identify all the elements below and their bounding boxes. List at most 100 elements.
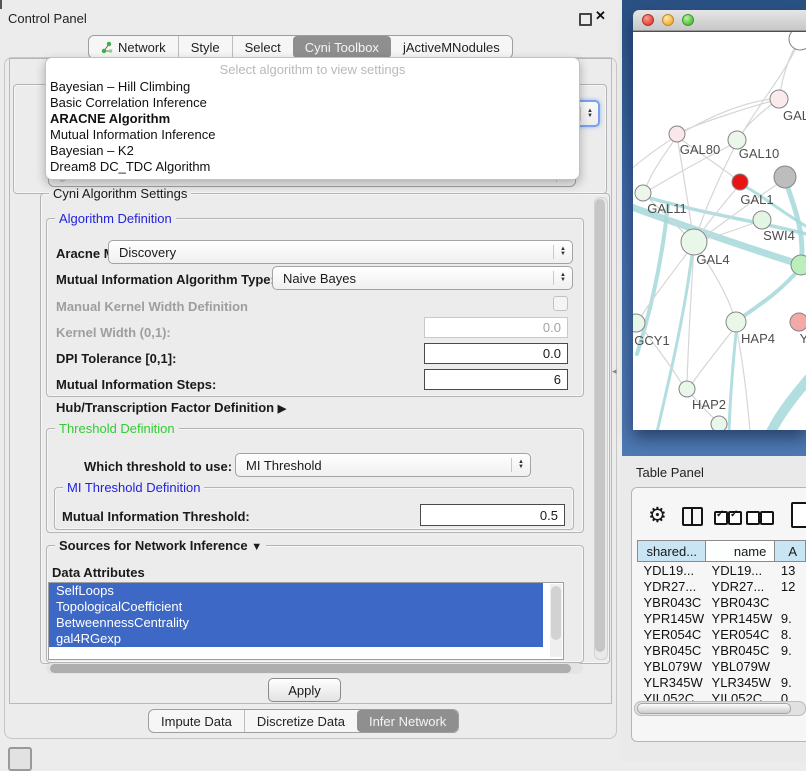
hub-definition-toggle[interactable]: Hub/Transcription Factor Definition ▶ bbox=[56, 400, 286, 415]
graph-node[interactable] bbox=[669, 126, 685, 142]
table-row[interactable]: YDL19...YDL19...13 bbox=[638, 562, 806, 579]
dpi-tolerance-label: DPI Tolerance [0,1]: bbox=[56, 351, 176, 366]
list-vertical-scrollbar-thumb[interactable] bbox=[551, 586, 561, 640]
graph-node[interactable] bbox=[753, 211, 771, 229]
column-header-partial[interactable]: A bbox=[775, 541, 806, 562]
graph-node[interactable] bbox=[711, 416, 727, 430]
deselect-all-checkbox-icon[interactable] bbox=[746, 511, 760, 525]
tab-label: Discretize Data bbox=[257, 714, 345, 729]
combo-stepper-icon: ▲▼ bbox=[553, 271, 566, 285]
algorithm-option[interactable]: ARACNE Algorithm bbox=[46, 111, 579, 127]
table-row[interactable]: YPR145WYPR145W9. bbox=[638, 610, 806, 626]
tab-jactivemnodules[interactable]: jActiveMNodules bbox=[391, 36, 512, 58]
select-all-checkbox-icon[interactable]: ✓ bbox=[714, 511, 728, 525]
table-horizontal-scrollbar-thumb[interactable] bbox=[637, 703, 791, 714]
algorithm-option[interactable]: Basic Correlation Inference bbox=[46, 95, 579, 111]
attribute-listbox[interactable]: SelfLoopsTopologicalCoefficientBetweenne… bbox=[48, 582, 564, 660]
graph-node[interactable] bbox=[789, 32, 806, 50]
attribute-option[interactable]: BetweennessCentrality bbox=[49, 615, 543, 631]
network-view-window[interactable]: GALGAL80GAL10GAL11GAL1SWI4GAL4GCY1HAP4YH… bbox=[633, 10, 806, 430]
minimize-traffic-light-icon[interactable] bbox=[662, 14, 674, 26]
network-canvas[interactable]: GALGAL80GAL10GAL11GAL1SWI4GAL4GCY1HAP4YH… bbox=[633, 32, 806, 430]
graph-node[interactable] bbox=[732, 174, 748, 190]
columns-icon[interactable] bbox=[682, 507, 703, 526]
node-label: SWI4 bbox=[763, 228, 795, 243]
network-icon bbox=[101, 41, 113, 54]
mi-threshold-field[interactable]: 0.5 bbox=[420, 504, 565, 526]
select-all-checkbox-icon[interactable]: ✓ bbox=[728, 511, 742, 525]
float-window-icon[interactable] bbox=[579, 13, 592, 26]
manual-kernel-checkbox[interactable] bbox=[553, 296, 568, 311]
table-row[interactable]: YLR345WYLR345W9. bbox=[638, 674, 806, 690]
mi-steps-label: Mutual Information Steps: bbox=[56, 377, 216, 392]
table-row[interactable]: YER054CYER054C8. bbox=[638, 626, 806, 642]
tab-select[interactable]: Select bbox=[232, 36, 293, 58]
graph-node[interactable] bbox=[770, 90, 788, 108]
network-nodes[interactable]: GALGAL80GAL10GAL11GAL1SWI4GAL4GCY1HAP4YH… bbox=[633, 32, 806, 430]
kernel-width-label: Kernel Width (0,1): bbox=[56, 325, 171, 340]
zoom-traffic-light-icon[interactable] bbox=[682, 14, 694, 26]
data-attributes-label: Data Attributes bbox=[52, 565, 145, 580]
apply-button[interactable]: Apply bbox=[268, 678, 341, 702]
graph-node[interactable] bbox=[791, 255, 806, 275]
dpi-tolerance-field[interactable]: 0.0 bbox=[424, 343, 568, 364]
tab-label: Select bbox=[245, 40, 281, 55]
table-row[interactable]: YBR043CYBR043C bbox=[638, 594, 806, 610]
node-table[interactable]: shared... name A YDL19...YDL19...13YDR27… bbox=[637, 540, 806, 706]
tab-label: Infer Network bbox=[369, 714, 446, 729]
tab-network[interactable]: Network bbox=[89, 36, 178, 58]
close-icon[interactable]: ✕ bbox=[595, 8, 606, 24]
network-window-titlebar[interactable] bbox=[633, 10, 806, 31]
kernel-width-field[interactable]: 0.0 bbox=[424, 317, 568, 338]
settings-vertical-scrollbar-thumb[interactable] bbox=[595, 199, 605, 652]
mi-type-combobox[interactable]: Naive Bayes ▲▼ bbox=[272, 266, 573, 290]
node-label: GAL4 bbox=[696, 252, 729, 267]
table-row[interactable]: YBL079WYBL079W bbox=[638, 658, 806, 674]
algorithm-option[interactable]: Bayesian – K2 bbox=[46, 143, 579, 159]
algorithm-option[interactable]: Mutual Information Inference bbox=[46, 127, 579, 143]
aracne-mode-combobox[interactable]: Discovery ▲▼ bbox=[108, 240, 573, 264]
table-row[interactable]: YDR27...YDR27...12 bbox=[638, 578, 806, 594]
dropdown-placeholder: Select algorithm to view settings bbox=[46, 61, 579, 79]
mi-type-value: Naive Bayes bbox=[283, 271, 356, 286]
tab-label: Impute Data bbox=[161, 714, 232, 729]
graph-node[interactable] bbox=[726, 312, 746, 332]
graph-node[interactable] bbox=[679, 381, 695, 397]
graph-node[interactable] bbox=[635, 185, 651, 201]
graph-node[interactable] bbox=[774, 166, 796, 188]
attribute-option[interactable]: SelfLoops bbox=[49, 583, 543, 599]
attribute-option[interactable]: TopologicalCoefficient bbox=[49, 599, 543, 615]
splitter-collapse-icon[interactable]: ◂ bbox=[612, 366, 617, 377]
manual-kernel-label: Manual Kernel Width Definition bbox=[56, 299, 248, 314]
which-threshold-combobox[interactable]: MI Threshold ▲▼ bbox=[235, 453, 531, 477]
tab-style[interactable]: Style bbox=[178, 36, 232, 58]
deselect-all-checkbox-icon[interactable] bbox=[760, 511, 774, 525]
combo-stepper-icon: ▲▼ bbox=[553, 245, 566, 259]
export-table-icon[interactable] bbox=[791, 502, 806, 528]
aracne-mode-value: Discovery bbox=[119, 245, 176, 260]
mi-steps-field[interactable]: 6 bbox=[424, 369, 568, 390]
tab-infer-network[interactable]: Infer Network bbox=[357, 710, 458, 732]
which-threshold-label: Which threshold to use: bbox=[84, 459, 232, 474]
attribute-option[interactable]: gal4RGexp bbox=[49, 631, 543, 647]
settings-horizontal-scrollbar-thumb[interactable] bbox=[50, 664, 571, 673]
cyni-bottom-tabs: Impute Data Discretize Data Infer Networ… bbox=[148, 709, 459, 733]
algorithm-list: Bayesian – Hill ClimbingBasic Correlatio… bbox=[46, 79, 579, 175]
table-row[interactable]: YBR045CYBR045C9. bbox=[638, 642, 806, 658]
tab-impute-data[interactable]: Impute Data bbox=[149, 710, 244, 732]
graph-node[interactable] bbox=[790, 313, 806, 331]
column-header-shared-name[interactable]: shared... bbox=[638, 541, 706, 562]
tools-corner-icon[interactable] bbox=[8, 747, 32, 771]
tab-discretize-data[interactable]: Discretize Data bbox=[244, 710, 357, 732]
algorithm-option[interactable]: Bayesian – Hill Climbing bbox=[46, 79, 579, 95]
attribute-list: SelfLoopsTopologicalCoefficientBetweenne… bbox=[49, 583, 563, 647]
close-traffic-light-icon[interactable] bbox=[642, 14, 654, 26]
algorithm-option[interactable]: Dream8 DC_TDC Algorithm bbox=[46, 159, 579, 175]
node-label: GAL bbox=[783, 108, 806, 123]
node-label: HAP4 bbox=[741, 331, 775, 346]
column-header-name[interactable]: name bbox=[706, 541, 775, 562]
sources-title-toggle[interactable]: Sources for Network Inference ▼ bbox=[55, 538, 266, 553]
gear-icon[interactable]: ⚙ bbox=[648, 503, 667, 528]
tab-cyni-toolbox[interactable]: Cyni Toolbox bbox=[293, 36, 391, 58]
combo-stepper-icon: ▲▼ bbox=[511, 458, 524, 472]
